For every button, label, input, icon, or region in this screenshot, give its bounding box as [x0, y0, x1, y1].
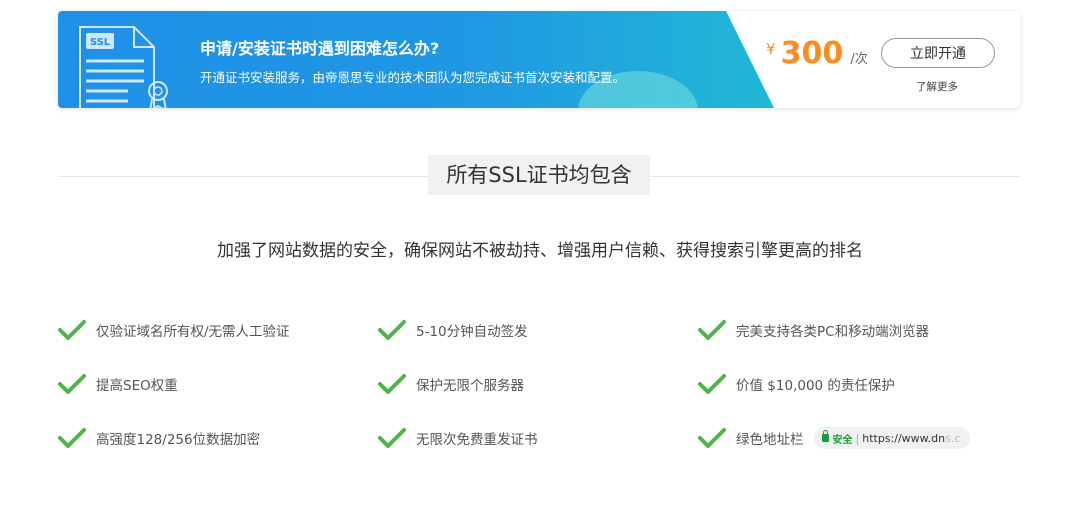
- feature-label: 5-10分钟自动签发: [416, 324, 528, 340]
- price-value: 300: [780, 36, 844, 71]
- open-service-button[interactable]: 立即开通: [881, 38, 995, 68]
- ssl-certificate-document-icon: SSL: [79, 26, 168, 108]
- check-icon: [698, 374, 726, 394]
- check-icon: [58, 320, 86, 340]
- separator: |: [855, 431, 860, 445]
- green-address-bar-sample: 安全 | https://www.dn s.c: [813, 427, 971, 449]
- price: ¥ 300 /次: [766, 36, 868, 71]
- feature-label: 价值 $10,000 的责任保护: [736, 378, 895, 394]
- check-icon: [378, 374, 406, 394]
- feature-item: 提高SEO权重: [58, 372, 178, 396]
- feature-label: 仅验证域名所有权/无需人工验证: [96, 324, 290, 340]
- feature-item: 保护无限个服务器: [378, 372, 524, 396]
- section-title: 所有SSL证书均包含: [428, 155, 650, 195]
- safe-label: 安全: [832, 434, 853, 446]
- banner-description: 开通证书安装服务，由帝恩思专业的技术团队为您完成证书首次安装和配置。: [200, 70, 626, 85]
- check-icon: [378, 320, 406, 340]
- learn-more-link[interactable]: 了解更多: [916, 79, 958, 94]
- check-icon: [698, 428, 726, 448]
- feature-label: 无限次免费重发证书: [416, 432, 538, 448]
- lock-icon: [821, 430, 829, 442]
- doc-label: SSL: [90, 37, 111, 48]
- check-icon: [58, 374, 86, 394]
- feature-label: 提高SEO权重: [96, 378, 178, 394]
- price-currency: ¥: [766, 40, 776, 58]
- feature-label: 保护无限个服务器: [416, 378, 524, 394]
- banner-title: 申请/安装证书时遇到困难怎么办?: [200, 39, 440, 58]
- check-icon: [58, 428, 86, 448]
- section-subtitle: 加强了网站数据的安全，确保网站不被劫持、增强用户信赖、获得搜索引擎更高的排名: [217, 241, 863, 261]
- check-icon: [378, 428, 406, 448]
- feature-label: 绿色地址栏: [736, 432, 804, 448]
- ssl-install-service-banner: SSL 申请/安装证书时遇到困难怎么办? 开通证书安装服务，由帝恩思专业的技术团…: [58, 11, 1020, 108]
- feature-item: 价值 $10,000 的责任保护: [698, 372, 895, 396]
- check-icon: [698, 320, 726, 340]
- url-text: https://www.dn: [862, 431, 946, 445]
- feature-label: 完美支持各类PC和移动端浏览器: [736, 324, 930, 340]
- feature-item: 完美支持各类PC和移动端浏览器: [698, 318, 929, 342]
- price-unit: /次: [850, 52, 868, 67]
- feature-item: 无限次免费重发证书: [378, 426, 538, 450]
- feature-item: 高强度128/256位数据加密: [58, 426, 260, 450]
- feature-item: 5-10分钟自动签发: [378, 318, 528, 342]
- url-fade-text: s.c: [945, 431, 961, 445]
- feature-label: 高强度128/256位数据加密: [96, 432, 261, 448]
- feature-item: 绿色地址栏 安全 | https://www.dn s.c: [698, 426, 971, 450]
- feature-item: 仅验证域名所有权/无需人工验证: [58, 318, 290, 342]
